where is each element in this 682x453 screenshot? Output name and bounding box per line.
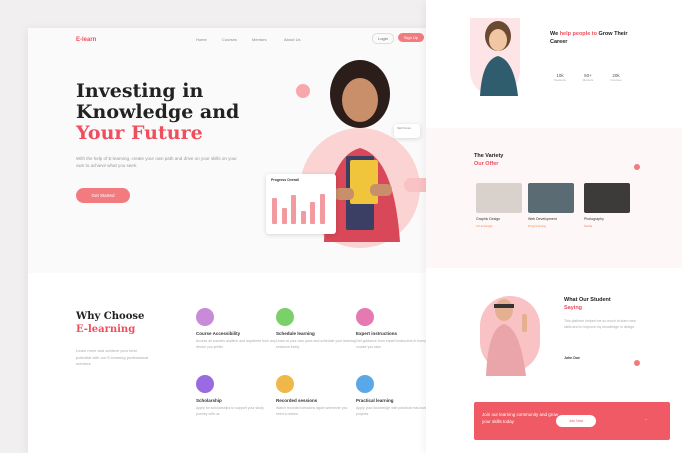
course-image bbox=[528, 183, 574, 213]
course-meta: Programming bbox=[528, 224, 547, 228]
tool-icon bbox=[356, 375, 374, 393]
feature-title: Schedule learning bbox=[276, 331, 315, 336]
nav-link-about[interactable]: About Us bbox=[284, 37, 300, 42]
video-icon bbox=[276, 375, 294, 393]
course-title: Photography bbox=[584, 217, 604, 221]
skill-badge-text: Skill Score bbox=[397, 126, 412, 130]
signup-button[interactable]: Sign Up bbox=[398, 33, 424, 42]
course-meta: Art & Design bbox=[476, 224, 493, 228]
progress-bar bbox=[291, 195, 296, 224]
hero-title: Investing in Knowledge and Your Future bbox=[76, 81, 239, 144]
stat-label: Courses bbox=[610, 78, 622, 82]
feature-desc: Get guidance from expert instructors in … bbox=[356, 339, 426, 349]
hero-title-line1: Investing in bbox=[76, 80, 204, 102]
progress-bar bbox=[310, 201, 315, 224]
feature-title: Practical learning bbox=[356, 398, 394, 403]
progress-bar bbox=[281, 208, 287, 224]
book-icon bbox=[196, 308, 214, 326]
course-image bbox=[584, 183, 630, 213]
why-title-main: Why Choose bbox=[76, 311, 145, 322]
feature-desc: Apply your knowledge with practical real… bbox=[356, 406, 428, 416]
why-subtitle: Learn more and achieve your best potenti… bbox=[76, 348, 149, 366]
course-card[interactable]: Web Development Programming bbox=[528, 183, 574, 228]
nav-link-courses[interactable]: Courses bbox=[222, 37, 237, 42]
hero-subtitle: With the help of E-learning, create your… bbox=[76, 156, 237, 168]
stat-label: Students bbox=[554, 78, 566, 82]
join-now-button[interactable]: Join Now bbox=[556, 415, 596, 427]
testimonial-text: This platform helped me so much to learn… bbox=[564, 319, 636, 329]
testimonial-name: John Doe bbox=[564, 356, 580, 360]
progress-card: Progress Overall bbox=[266, 174, 336, 234]
course-card[interactable]: Graphic Design Art & Design bbox=[476, 183, 522, 228]
testimonial-photo bbox=[486, 299, 527, 376]
progress-bar bbox=[300, 211, 306, 224]
course-card[interactable]: Photography Media bbox=[584, 183, 630, 228]
user-icon bbox=[356, 308, 374, 326]
intro-photo bbox=[480, 21, 518, 96]
testimonial-title-accent: Saying bbox=[564, 305, 583, 311]
feature-title: Recorded sessions bbox=[276, 398, 318, 403]
feature-desc: Learn at your own pace and schedule your… bbox=[276, 339, 356, 349]
progress-bar bbox=[272, 198, 277, 224]
stat-mentors: 50+ Mentors bbox=[578, 73, 598, 82]
calendar-icon bbox=[276, 308, 294, 326]
progress-bar-chart bbox=[272, 192, 330, 224]
feature-desc: Access all courses anytime and anywhere … bbox=[196, 339, 276, 349]
feature-recorded: Recorded sessions Watch recorded session… bbox=[276, 375, 356, 417]
testimonial-title-main: What Our Student bbox=[564, 297, 611, 303]
feature-desc: Watch recorded sessions again whenever y… bbox=[276, 406, 348, 416]
get-started-button[interactable]: Get Started bbox=[76, 188, 130, 203]
feature-accessibility: Course Accessibility Access all courses … bbox=[196, 308, 276, 350]
banner-text: Join our learning community and grow you… bbox=[482, 412, 559, 424]
secondary-page: We help people to Grow Their Career 10k S… bbox=[426, 0, 682, 453]
join-banner: Join our learning community and grow you… bbox=[474, 402, 670, 440]
feature-title: Course Accessibility bbox=[196, 331, 241, 336]
intro-title-a: We bbox=[550, 31, 559, 37]
feature-title: Expert instructions bbox=[356, 331, 398, 336]
testimonial-next-icon[interactable] bbox=[634, 360, 640, 366]
feature-title: Scholarship bbox=[196, 398, 222, 403]
course-image bbox=[476, 183, 522, 213]
nav-link-home[interactable]: Home bbox=[196, 37, 207, 42]
brand-logo[interactable]: E-learn bbox=[76, 37, 96, 43]
hero-title-line2: Knowledge and bbox=[76, 101, 240, 123]
feature-practical: Practical learning Apply your knowledge … bbox=[356, 375, 436, 417]
variety-title-accent: Our Offer bbox=[474, 161, 499, 167]
variety-title-main: The Variety bbox=[474, 153, 504, 159]
intro-title-accent: help people to bbox=[559, 31, 597, 37]
skill-badge: Skill Score bbox=[394, 124, 420, 138]
cap-icon bbox=[196, 375, 214, 393]
stat-label: Mentors bbox=[582, 78, 594, 82]
why-section: Why Choose E-learning Learn more and ach… bbox=[28, 273, 476, 453]
why-title-accent: E-learning bbox=[76, 324, 136, 335]
course-meta: Media bbox=[584, 224, 593, 228]
stat-courses: 20k Courses bbox=[606, 73, 626, 82]
feature-desc: Apply for scholarships to support your s… bbox=[196, 406, 264, 416]
progress-card-title: Progress Overall bbox=[271, 178, 300, 182]
progress-bar bbox=[319, 193, 325, 224]
why-title: Why Choose E-learning bbox=[76, 310, 144, 336]
testimonial-title: What Our Student Saying bbox=[564, 296, 611, 312]
login-button[interactable]: Login bbox=[372, 33, 394, 44]
arrow-right-icon[interactable]: → bbox=[644, 417, 648, 421]
feature-expert: Expert instructions Get guidance from ex… bbox=[356, 308, 436, 350]
course-title: Web Development bbox=[528, 217, 557, 221]
course-title: Graphic Design bbox=[476, 217, 501, 221]
nav-link-mentors[interactable]: Mentors bbox=[252, 37, 266, 42]
feature-schedule: Schedule learning Learn at your own pace… bbox=[276, 308, 356, 350]
variety-title: The Variety Our Offer bbox=[474, 152, 503, 168]
stat-students: 10k Students bbox=[550, 73, 570, 82]
hero-title-accent: Your Future bbox=[76, 122, 203, 144]
carousel-next-icon[interactable] bbox=[634, 164, 640, 170]
intro-title: We help people to Grow Their Career bbox=[550, 30, 640, 46]
main-landing-page: E-learn Home Courses Mentors About Us Lo… bbox=[28, 28, 476, 453]
feature-scholarship: Scholarship Apply for scholarships to su… bbox=[196, 375, 276, 417]
